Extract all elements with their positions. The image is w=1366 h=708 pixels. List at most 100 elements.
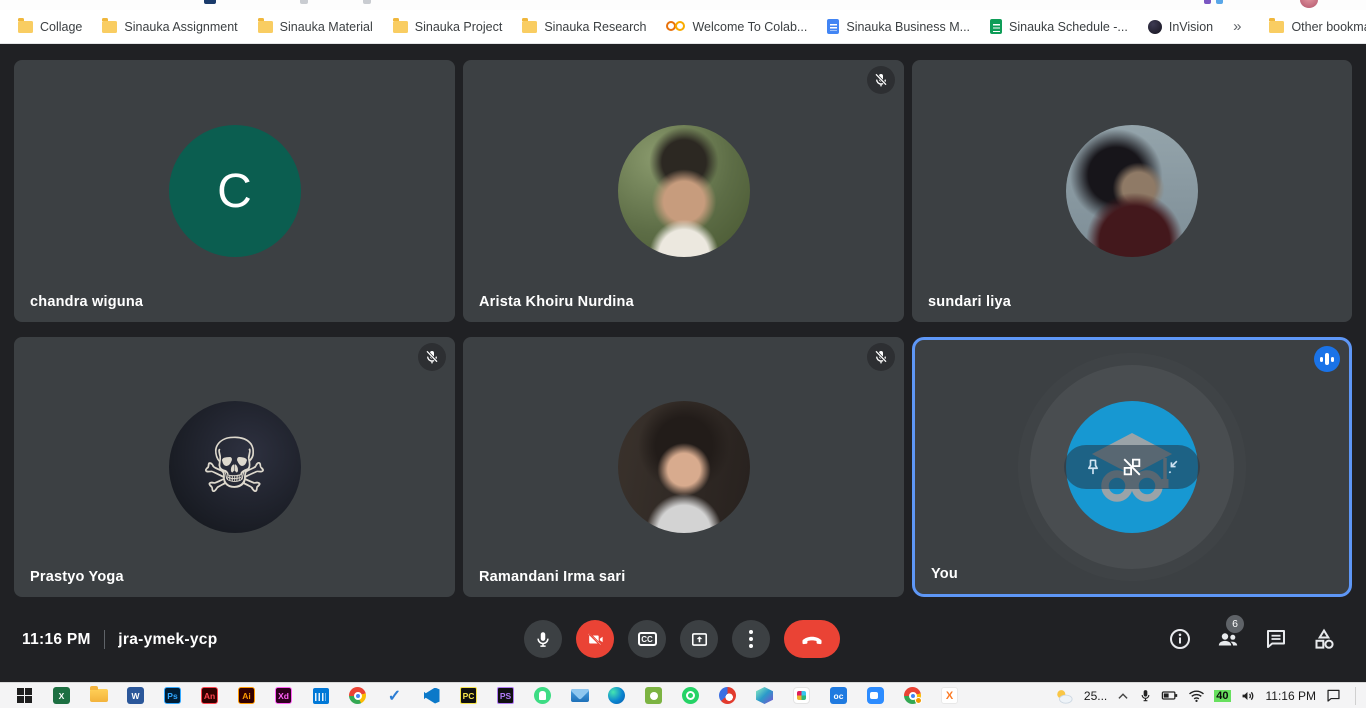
video-tile-sundari[interactable]: sundari liya	[912, 60, 1352, 322]
screen: Collage Sinauka Assignment Sinauka Mater…	[0, 0, 1366, 708]
action-center-button[interactable]	[1325, 688, 1342, 703]
taskbar-mail[interactable]	[561, 683, 598, 708]
folder-icon	[258, 21, 273, 33]
bookmark-welcome-to-colab[interactable]: Welcome To Colab...	[656, 14, 817, 40]
battery-percent-badge[interactable]: 40	[1214, 690, 1230, 702]
bookmark-label: Sinauka Schedule -...	[1009, 20, 1128, 34]
taskbar-vscode[interactable]	[413, 683, 450, 708]
remove-tile-icon[interactable]	[1121, 456, 1143, 478]
edge-icon	[608, 687, 625, 704]
taskbar-file-explorer[interactable]	[80, 683, 117, 708]
meeting-details[interactable]: 11:16 PM jra-ymek-ycp	[22, 630, 217, 649]
vscode-icon	[424, 688, 440, 704]
xampp-icon: X	[941, 687, 958, 704]
bookmark-sinauka-business[interactable]: Sinauka Business M...	[817, 14, 980, 40]
bookmark-sinauka-assignment[interactable]: Sinauka Assignment	[92, 14, 247, 40]
bookmark-sinauka-schedule[interactable]: Sinauka Schedule -...	[980, 14, 1138, 40]
bookmark-label: Welcome To Colab...	[692, 20, 807, 34]
taskbar-screen-recorder[interactable]	[635, 683, 672, 708]
taskbar-slack[interactable]	[783, 683, 820, 708]
chat-button[interactable]	[1264, 627, 1288, 651]
browser-profile-avatar[interactable]	[1300, 0, 1318, 8]
activities-button[interactable]	[1312, 627, 1336, 651]
taskbar-excel[interactable]: X	[43, 683, 80, 708]
taskbar-phpstorm[interactable]: PS	[487, 683, 524, 708]
bookmark-collage[interactable]: Collage	[8, 14, 92, 40]
present-screen-button[interactable]	[680, 620, 718, 658]
taskbar-animate[interactable]: An	[191, 683, 228, 708]
bookmark-invision[interactable]: InVision	[1138, 14, 1223, 40]
tray-battery[interactable]	[1161, 689, 1179, 702]
bookmark-sinauka-project[interactable]: Sinauka Project	[383, 14, 513, 40]
meeting-code: jra-ymek-ycp	[118, 631, 217, 649]
participant-name: You	[931, 566, 958, 582]
bookmark-sinauka-research[interactable]: Sinauka Research	[512, 14, 656, 40]
minimize-icon[interactable]	[1161, 457, 1181, 477]
camera-app-icon	[645, 687, 662, 704]
meeting-time: 11:16 PM	[22, 631, 91, 649]
video-tile-arista[interactable]: Arista Khoiru Nurdina	[463, 60, 904, 322]
taskbar-check-app[interactable]: ✓	[376, 683, 413, 708]
meeting-details-button[interactable]	[1168, 627, 1192, 651]
divider	[104, 630, 106, 649]
colab-icon	[666, 21, 685, 32]
weather-widget[interactable]	[1053, 687, 1075, 705]
video-tile-prastyo[interactable]: ☠ Prastyo Yoga	[14, 337, 455, 597]
video-tile-ramandani[interactable]: Ramandani Irma sari	[463, 337, 904, 597]
taskbar-green-person-app[interactable]	[524, 683, 561, 708]
taskbar-video-camera-app[interactable]	[857, 683, 894, 708]
bookmark-label: Sinauka Assignment	[124, 20, 237, 34]
tray-wifi[interactable]	[1188, 689, 1205, 703]
taskbar-illustrator[interactable]: Ai	[228, 683, 265, 708]
taskbar-edge[interactable]	[598, 683, 635, 708]
folder-icon	[102, 21, 117, 33]
taskbar-photoshop[interactable]: Ps	[154, 683, 191, 708]
taskbar-whatsapp[interactable]	[672, 683, 709, 708]
leave-call-button[interactable]	[784, 620, 840, 658]
taskbar-xampp[interactable]: X	[931, 683, 968, 708]
captions-button[interactable]: CC	[628, 620, 666, 658]
call-controls: CC	[524, 620, 840, 658]
temperature-label[interactable]: 25...	[1084, 689, 1107, 703]
taskbar-red-swirl-app[interactable]	[709, 683, 746, 708]
more-options-button[interactable]	[732, 620, 770, 658]
taskbar-pycharm[interactable]: PC	[450, 683, 487, 708]
activities-shapes-icon	[1312, 627, 1336, 651]
show-desktop-edge[interactable]	[1355, 687, 1356, 705]
video-tile-you[interactable]: You	[912, 337, 1352, 597]
wifi-icon	[1188, 689, 1205, 703]
tray-clock[interactable]: 11:16 PM	[1266, 689, 1316, 703]
camera-off-button[interactable]	[576, 620, 614, 658]
taskbar-chrome[interactable]	[339, 683, 376, 708]
mic-icon	[534, 630, 552, 648]
bookmark-sinauka-material[interactable]: Sinauka Material	[248, 14, 383, 40]
participant-name: Arista Khoiru Nurdina	[479, 294, 634, 310]
show-hidden-icons-button[interactable]	[1116, 690, 1130, 702]
taskbar-word[interactable]: W	[117, 683, 154, 708]
windows-taskbar: X W Ps An Ai Xd ✓ PC	[0, 682, 1366, 708]
pin-icon[interactable]	[1083, 457, 1103, 477]
taskbar-calendar[interactable]	[302, 683, 339, 708]
profile-photo-avatar	[1066, 125, 1198, 257]
bookmarks-overflow-chevron[interactable]: »	[1223, 18, 1251, 35]
other-bookmarks-button[interactable]: Other bookmarks	[1259, 14, 1366, 40]
folder-icon	[1269, 21, 1284, 33]
start-button[interactable]	[6, 683, 43, 708]
taskbar-adobe-xd[interactable]: Xd	[265, 683, 302, 708]
video-tile-chandra-wiguna[interactable]: C chandra wiguna	[14, 60, 455, 322]
taskbar-ocam[interactable]: oc	[820, 683, 857, 708]
battery-icon	[1161, 689, 1179, 702]
participant-name: chandra wiguna	[30, 294, 143, 310]
show-participants-button[interactable]: 6	[1216, 627, 1240, 651]
bookmark-label: Sinauka Material	[280, 20, 373, 34]
camera-off-icon	[586, 630, 605, 649]
microphone-button[interactable]	[524, 620, 562, 658]
windows-logo-icon	[17, 688, 32, 703]
tray-volume[interactable]	[1240, 689, 1257, 703]
taskbar-chrome-profile[interactable]	[894, 683, 931, 708]
taskbar-hexagon-app[interactable]	[746, 683, 783, 708]
google-sheets-icon	[990, 19, 1002, 34]
tray-microphone[interactable]	[1139, 688, 1152, 703]
word-icon: W	[127, 687, 144, 704]
hangup-icon	[801, 628, 823, 650]
